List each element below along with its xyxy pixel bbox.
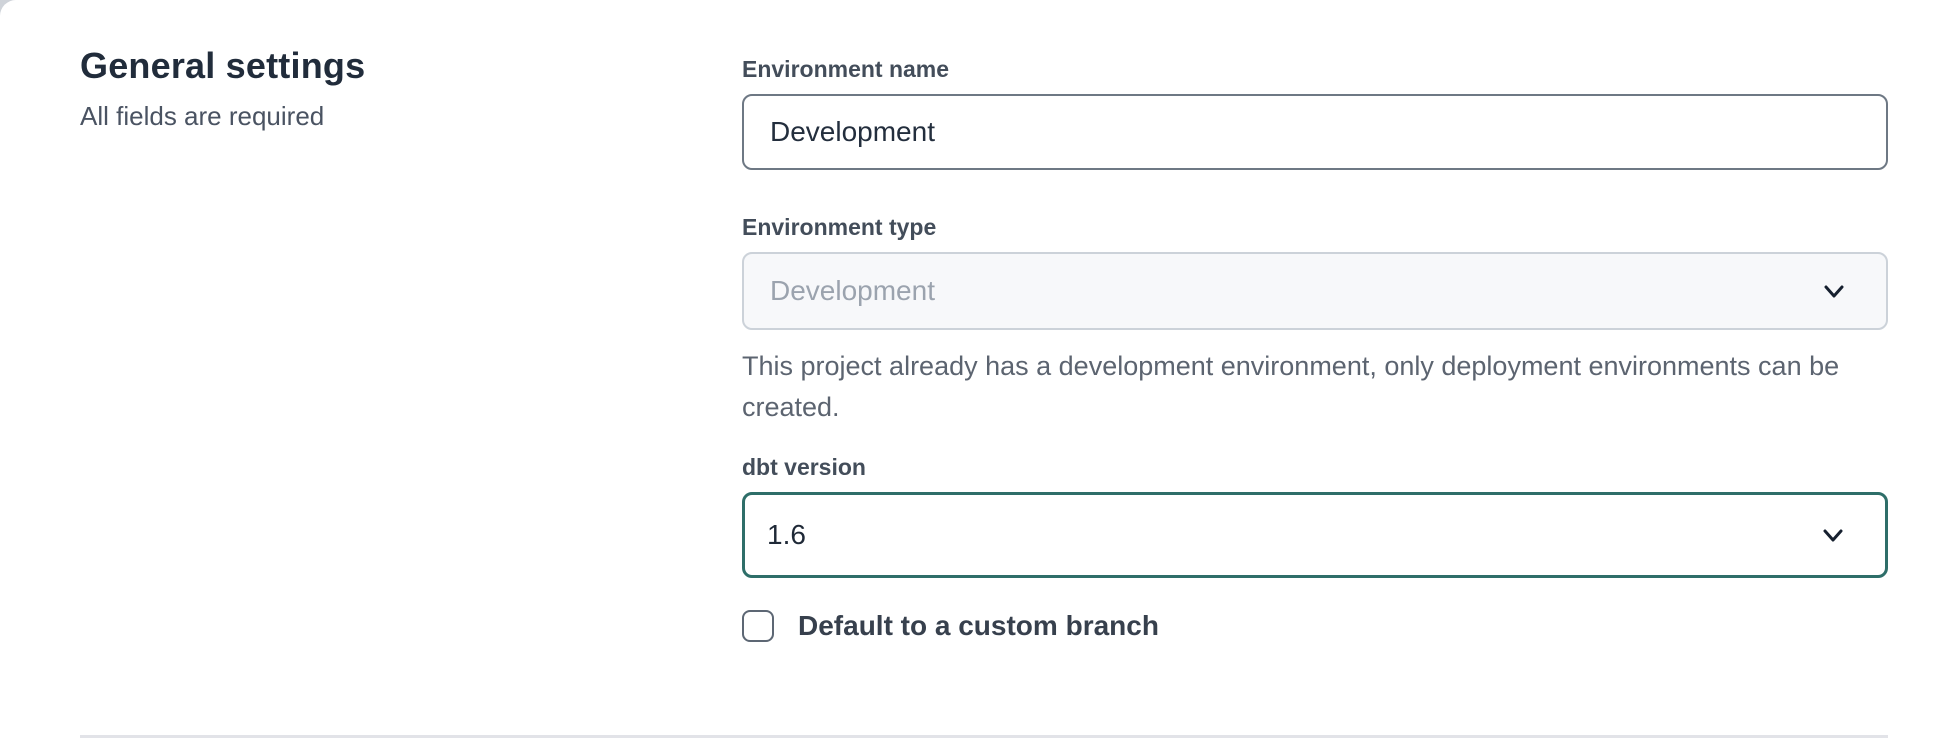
page-subtitle: All fields are required <box>80 100 742 132</box>
dbt-version-group: dbt version 1.6 <box>742 452 1888 578</box>
section-divider <box>80 735 1888 738</box>
environment-type-value: Development <box>770 277 935 305</box>
environment-type-help: This project already has a development e… <box>742 346 1888 428</box>
environment-name-label: Environment name <box>742 54 1888 84</box>
section-intro: General settings All fields are required <box>80 44 742 642</box>
environment-type-label: Environment type <box>742 212 1888 242</box>
settings-content: General settings All fields are required… <box>0 0 1958 642</box>
environment-type-select[interactable]: Development <box>742 252 1888 330</box>
chevron-down-icon <box>1818 275 1850 307</box>
chevron-down-icon <box>1817 519 1849 551</box>
custom-branch-checkbox[interactable] <box>742 610 774 642</box>
dbt-version-value: 1.6 <box>767 521 806 549</box>
custom-branch-label[interactable]: Default to a custom branch <box>798 610 1159 642</box>
dbt-version-label: dbt version <box>742 452 1888 482</box>
dbt-version-select[interactable]: 1.6 <box>742 492 1888 578</box>
environment-name-input[interactable] <box>742 94 1888 170</box>
general-settings-panel: General settings All fields are required… <box>0 0 1958 740</box>
settings-form: Environment name Environment type Develo… <box>742 44 1888 642</box>
environment-type-group: Environment type Development This projec… <box>742 212 1888 428</box>
page-title: General settings <box>80 44 742 88</box>
custom-branch-row: Default to a custom branch <box>742 610 1888 642</box>
environment-name-group: Environment name <box>742 54 1888 170</box>
